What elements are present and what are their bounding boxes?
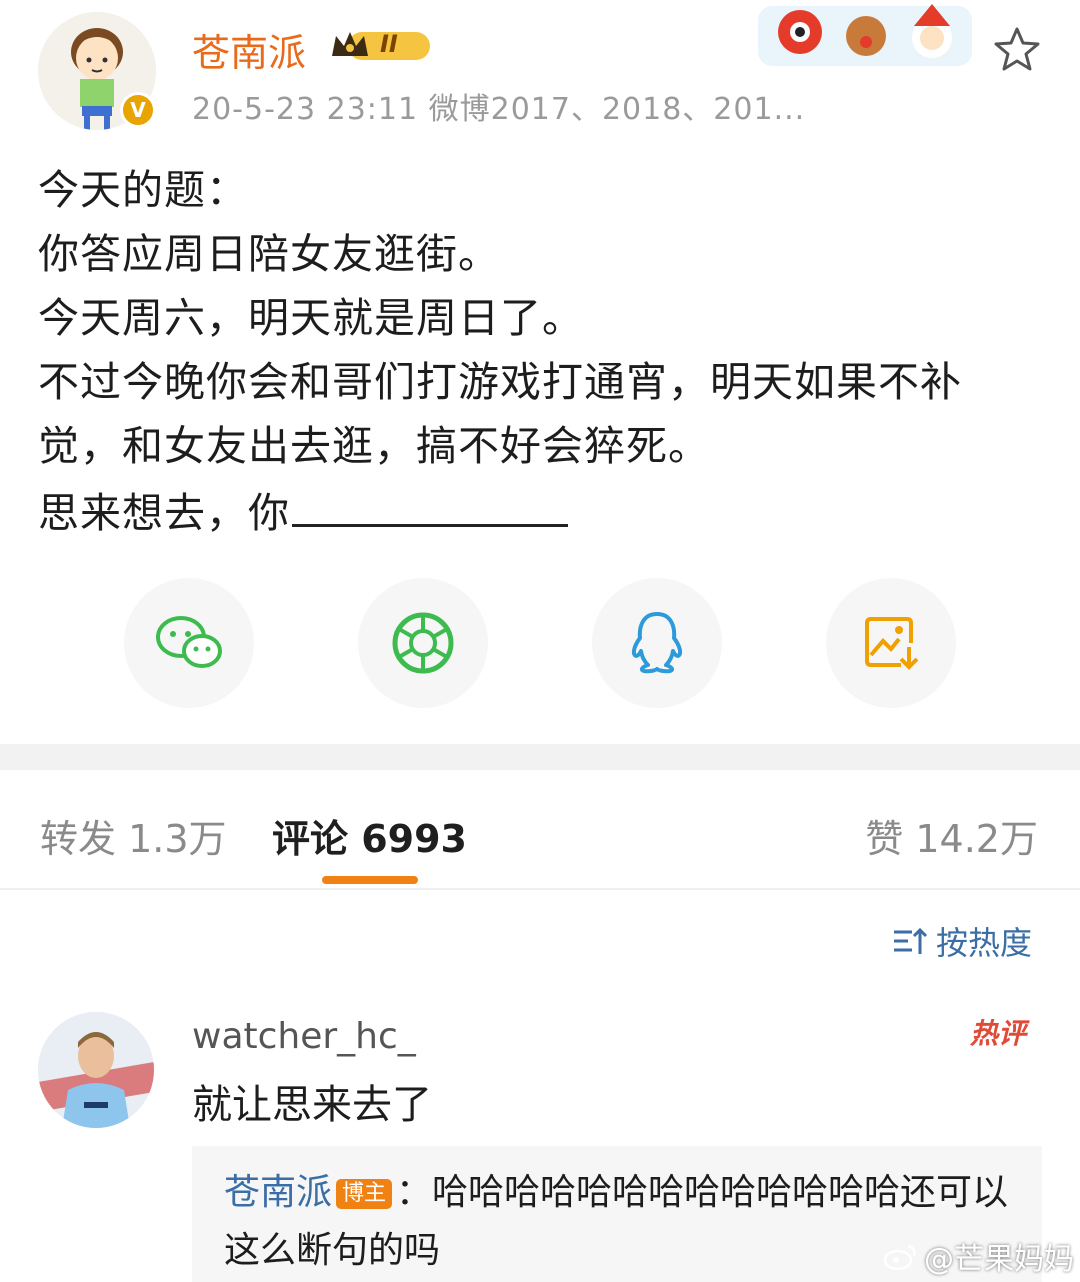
active-tab-indicator (322, 876, 418, 884)
post-line: 今天周六，明天就是周日了。 (38, 294, 584, 342)
commenter-username[interactable]: watcher_hc_ (192, 1016, 416, 1057)
weibo-logo-icon (884, 1244, 916, 1270)
share-moments-button[interactable] (358, 578, 488, 708)
tabs-divider (0, 888, 1080, 890)
sort-icon (894, 927, 928, 954)
watermark-text: @芒果妈妈 (924, 1242, 1074, 1277)
post-line-text: 思来想去，你 (38, 489, 290, 537)
comment-text: 就让思来去了 (192, 1082, 432, 1128)
tab-comments[interactable]: 评论 6993 (272, 808, 467, 863)
share-qq-button[interactable] (592, 578, 722, 708)
watermark: @芒果妈妈 (884, 1234, 1074, 1278)
sort-label: 按热度 (936, 924, 1033, 962)
sort-by-hot-button[interactable]: 按热度 (892, 918, 1032, 964)
wechat-icon (156, 616, 222, 668)
post-line: 不过今晚你会和哥们打游戏打通宵，明天如果不补 (38, 358, 962, 406)
verified-badge: V (120, 92, 156, 128)
post-line: 觉，和女友出去逛，搞不好会猝死。 (38, 422, 710, 470)
host-badge: 博主 (336, 1179, 393, 1209)
hot-comment-badge: 热评 (970, 1017, 1027, 1050)
qq-icon (631, 612, 683, 674)
save-image-icon (865, 617, 919, 670)
tab-likes[interactable]: 赞 14.2万 (865, 808, 1038, 863)
festive-banner-icon (748, 0, 978, 72)
save-image-button[interactable] (826, 578, 956, 708)
share-wechat-button[interactable] (124, 578, 254, 708)
tab-reposts[interactable]: 转发 1.3万 (40, 808, 227, 863)
moments-icon (392, 612, 454, 674)
post-body: 今天的题： 你答应周日陪女友逛街。 今天周六，明天就是周日了。 不过今晚你会和哥… (38, 158, 1048, 545)
favorite-star-icon[interactable] (992, 24, 1042, 74)
post-line: 今天的题： (38, 166, 248, 214)
post-line: 你答应周日陪女友逛街。 (38, 230, 500, 278)
section-divider (0, 744, 1080, 770)
fill-in-blank (292, 478, 568, 527)
post-meta: 20-5-23 23:11 微博2017、2018、201... (192, 92, 806, 127)
post-author[interactable]: 苍南派 (192, 22, 306, 77)
commenter-avatar[interactable] (38, 1012, 154, 1128)
post-line-last: 思来想去，你 (38, 478, 1048, 545)
crown-level-badge[interactable]: II (328, 26, 434, 66)
level-label: II (380, 30, 398, 58)
reply-author[interactable]: 苍南派 (224, 1172, 332, 1213)
